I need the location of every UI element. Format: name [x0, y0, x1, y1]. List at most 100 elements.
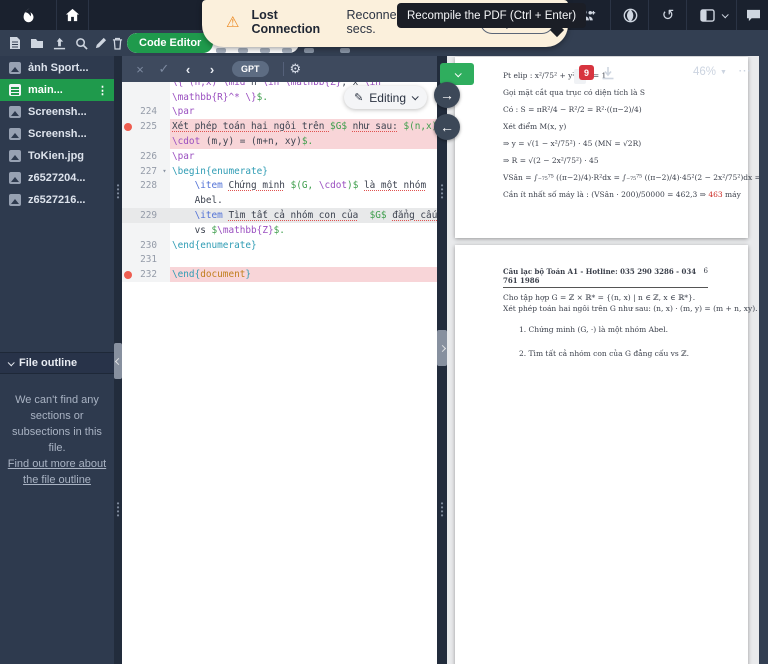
file-outline-header[interactable]: File outline: [0, 352, 114, 374]
file-tree-item[interactable]: Screensh...: [0, 123, 114, 145]
drag-handle-icon[interactable]: • • • •: [441, 500, 444, 520]
code-text[interactable]: Abel.: [170, 193, 437, 208]
delete-button[interactable]: [108, 34, 126, 52]
code-line[interactable]: 230 \end{enumerate}: [122, 237, 437, 253]
previous-change-button[interactable]: ‹: [176, 62, 200, 77]
fold-icon[interactable]: ▾: [159, 167, 170, 175]
code-text[interactable]: [170, 253, 437, 268]
code-text[interactable]: \item Tìm tất cả nhóm con của $G$ đẳng c…: [170, 208, 437, 223]
gutter[interactable]: 232: [122, 267, 170, 283]
gutter[interactable]: 224: [122, 104, 170, 120]
file-tree-item[interactable]: z6527216...: [0, 189, 114, 211]
tracked-change-marker[interactable]: [124, 122, 132, 131]
pdf-zoom-control[interactable]: 46% ▼: [693, 66, 727, 78]
tracked-change-marker[interactable]: [124, 270, 132, 279]
code-text[interactable]: \end{document}: [170, 267, 437, 283]
gutter[interactable]: 231: [122, 252, 170, 268]
code-text[interactable]: vs $ \mathbb{Z} $.: [170, 223, 437, 238]
gutter[interactable]: 226: [122, 148, 170, 164]
chat-button[interactable]: [738, 0, 768, 30]
gutter[interactable]: [122, 222, 170, 238]
code-line[interactable]: 228 \item Chứng minh $(G, \cdot)$ là một…: [122, 178, 437, 194]
gutter[interactable]: [122, 82, 170, 90]
download-pdf-button[interactable]: [601, 66, 615, 85]
pdf-highlighted-value: 463: [708, 190, 723, 199]
drag-handle-icon[interactable]: • • • •: [117, 500, 120, 520]
code-line[interactable]: vs $ \mathbb{Z} $.: [122, 222, 437, 238]
obscured-toolbar-icon: [282, 48, 292, 53]
gutter[interactable]: [122, 193, 170, 209]
pdf-scrollbar[interactable]: [759, 56, 768, 664]
file-tree-item[interactable]: ToKien.jpg: [0, 145, 114, 167]
code-line[interactable]: 229 \item Tìm tất cả nhóm con của $G$ đẳ…: [122, 208, 437, 223]
code-text[interactable]: \item Chứng minh $(G, \cdot)$ là một nhó…: [170, 179, 437, 194]
drag-handle-icon[interactable]: • • • •: [117, 182, 120, 202]
file-tree-item[interactable]: Screensh...: [0, 101, 114, 123]
home-button[interactable]: [56, 0, 88, 30]
layout-button[interactable]: [690, 0, 736, 30]
file-tree-item[interactable]: ảnh Sport...: [0, 57, 114, 79]
accept-change-button[interactable]: ✓: [152, 61, 176, 77]
code-editor-tab[interactable]: Code Editor: [127, 33, 214, 53]
code-line[interactable]: 226 \par: [122, 148, 437, 164]
pdf-text-line: ⇒ R = √(2 − 2x²/75²) · 45: [503, 156, 599, 165]
file-name: z6527204...: [28, 172, 86, 184]
file-name: z6527216...: [28, 194, 86, 206]
submit-button[interactable]: [612, 0, 648, 30]
gutter[interactable]: 229: [122, 208, 170, 223]
code-text[interactable]: Xét phép toán hai ngôi trên $G$ như sau:…: [170, 119, 437, 135]
code-lines[interactable]: \{ (n,x) \mid n \in \mathbb{Z}, x \in \ma…: [122, 82, 437, 664]
outline-help-link[interactable]: Find out more about the file outline: [6, 456, 108, 488]
expand-pdf-handle[interactable]: [437, 330, 447, 366]
code-text[interactable]: \end{enumerate}: [170, 238, 437, 253]
divider: [282, 62, 284, 76]
collapse-file-tree-handle[interactable]: [114, 343, 122, 379]
code-text[interactable]: \begin{enumerate}: [170, 164, 437, 179]
new-file-button[interactable]: [6, 34, 24, 52]
gutter[interactable]: [122, 134, 170, 149]
rename-button[interactable]: [91, 34, 109, 52]
next-change-button[interactable]: ›: [200, 62, 224, 77]
divider: [686, 0, 687, 30]
file-tree: ảnh Sport... main... ⋮ Screensh... Screensh.…: [0, 56, 114, 211]
logs-button[interactable]: 9: [574, 65, 594, 84]
code-line[interactable]: 231: [122, 252, 437, 268]
settings-gear-icon[interactable]: ⚙: [290, 61, 302, 77]
gutter[interactable]: [122, 89, 170, 105]
reject-change-button[interactable]: ×: [128, 62, 152, 77]
pdf-overflow-menu[interactable]: ⋯: [738, 63, 752, 79]
gutter[interactable]: 228: [122, 178, 170, 194]
gutter[interactable]: 230: [122, 237, 170, 253]
code-line[interactable]: 225 Xét phép toán hai ngôi trên $G$ như s…: [122, 119, 437, 135]
history-button[interactable]: ↺: [650, 0, 686, 30]
file-menu-icon[interactable]: ⋮: [95, 84, 114, 97]
editing-mode-dropdown[interactable]: ✎ Editing: [344, 86, 427, 109]
file-tree-resizer[interactable]: • • • • • • • •: [114, 56, 122, 664]
code-line[interactable]: \cdot (m,y) = (m+n, xy) $.: [122, 134, 437, 149]
overleaf-logo[interactable]: [14, 0, 44, 30]
drag-handle-icon[interactable]: • • • •: [441, 182, 444, 202]
upload-button[interactable]: [50, 34, 68, 52]
code-line[interactable]: 232 \end{document}: [122, 267, 437, 283]
pdf-header-text: Câu lạc bộ Toán A1 - Hotline: 035 290 32…: [503, 267, 697, 285]
search-button[interactable]: [72, 34, 90, 52]
go-to-pdf-button[interactable]: →: [434, 82, 460, 108]
code-text[interactable]: \par: [170, 149, 437, 164]
file-name: ảnh Sport...: [28, 62, 89, 74]
file-tree-panel: ảnh Sport... main... ⋮ Screensh... Screensh.…: [0, 56, 114, 664]
go-to-code-button[interactable]: ←: [434, 114, 460, 140]
code-line[interactable]: Abel.: [122, 193, 437, 209]
file-tree-item[interactable]: z6527204...: [0, 167, 114, 189]
code-line[interactable]: 227 ▾ \begin{enumerate}: [122, 163, 437, 179]
file-tree-item[interactable]: main... ⋮: [0, 79, 114, 101]
code-text[interactable]: \cdot (m,y) = (m+n, xy) $.: [170, 134, 437, 149]
gpt-button[interactable]: GPT: [232, 61, 269, 77]
gutter[interactable]: 227 ▾: [122, 163, 170, 179]
divider: [648, 0, 649, 30]
pdf-resizer[interactable]: • • • • • • • •: [437, 56, 447, 664]
gutter[interactable]: 225: [122, 119, 170, 135]
new-folder-button[interactable]: [28, 34, 46, 52]
obscured-toolbar-icon: [260, 48, 270, 53]
banner-title: Lost Connection: [251, 7, 321, 36]
line-number: 229: [140, 210, 157, 222]
